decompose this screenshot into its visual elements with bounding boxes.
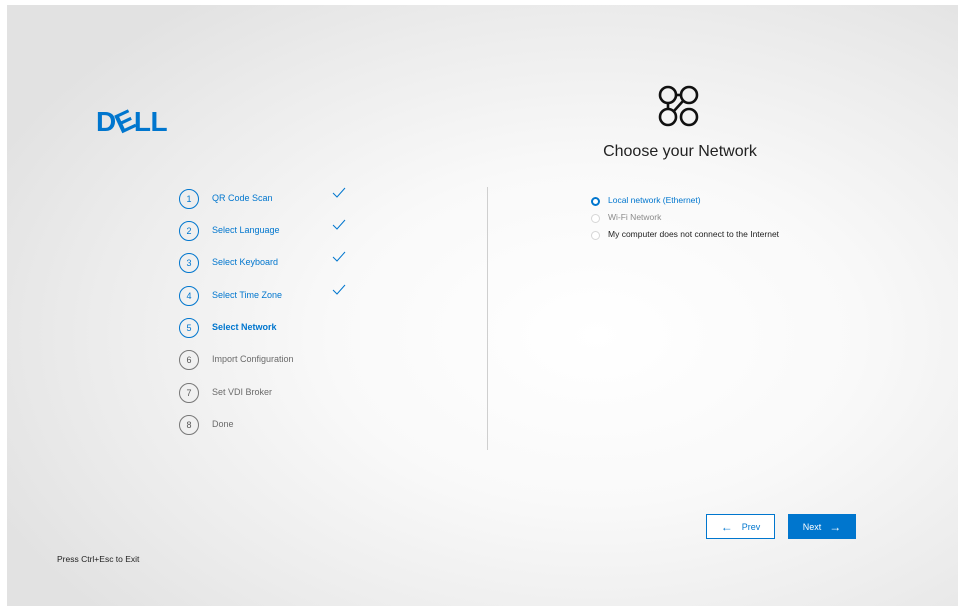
radio-button[interactable] <box>591 197 600 206</box>
panel-title: Choose your Network <box>603 143 757 160</box>
radio-button[interactable] <box>591 231 600 240</box>
step-label: Set VDI Broker <box>212 387 273 397</box>
step-number: 2 <box>179 221 199 241</box>
step-number: 1 <box>179 189 199 209</box>
step-label: Import Configuration <box>212 354 294 364</box>
radio-button <box>591 214 600 223</box>
step-import-configuration: 6 Import Configuration <box>179 350 379 372</box>
step-label: Select Keyboard <box>212 257 279 267</box>
step-select-keyboard: 3 Select Keyboard <box>179 251 379 275</box>
step-select-time-zone: 4 Select Time Zone <box>179 284 379 308</box>
option-local-network[interactable]: Local network (Ethernet) <box>590 195 850 209</box>
step-number: 5 <box>179 318 199 338</box>
step-number: 4 <box>179 286 199 306</box>
option-wifi-network: Wi-Fi Network <box>590 212 850 226</box>
next-button-label: Next <box>802 521 822 532</box>
step-label: Select Time Zone <box>212 290 283 300</box>
step-label: QR Code Scan <box>212 193 273 203</box>
step-done: 8 Done <box>179 415 379 437</box>
next-button[interactable]: Next → <box>788 514 856 539</box>
option-label: Wi-Fi Network <box>608 212 662 222</box>
setup-wizard-window: DELL Choose your Network 1 QR Code Scan … <box>0 0 958 606</box>
option-label: Local network (Ethernet) <box>608 195 701 205</box>
checkmark-icon <box>332 219 346 230</box>
checkmark-icon <box>332 251 346 262</box>
option-no-internet[interactable]: My computer does not connect to the Inte… <box>590 229 850 243</box>
vertical-divider <box>487 187 488 450</box>
step-number: 6 <box>179 350 199 370</box>
step-qr-code-scan: 1 QR Code Scan <box>179 187 379 211</box>
step-number: 8 <box>179 415 199 435</box>
step-set-vdi-broker: 7 Set VDI Broker <box>179 383 379 405</box>
prev-button[interactable]: ← Prev <box>706 514 775 539</box>
arrow-left-icon: ← <box>720 519 733 534</box>
prev-button-label: Prev <box>741 521 761 532</box>
dell-logo: DELL <box>96 103 168 140</box>
exit-hint: Press Ctrl+Esc to Exit <box>57 554 140 564</box>
step-select-language: 2 Select Language <box>179 219 379 243</box>
checkmark-icon <box>332 187 346 198</box>
step-label: Select Network <box>212 322 277 332</box>
checkmark-icon <box>332 284 346 295</box>
network-icon <box>658 85 699 127</box>
option-label: My computer does not connect to the Inte… <box>608 229 780 239</box>
step-number: 7 <box>179 383 199 403</box>
step-number: 3 <box>179 253 199 273</box>
arrow-right-icon: → <box>829 519 842 534</box>
step-label: Done <box>212 419 234 429</box>
step-label: Select Language <box>212 225 280 235</box>
step-select-network: 5 Select Network <box>179 318 379 340</box>
